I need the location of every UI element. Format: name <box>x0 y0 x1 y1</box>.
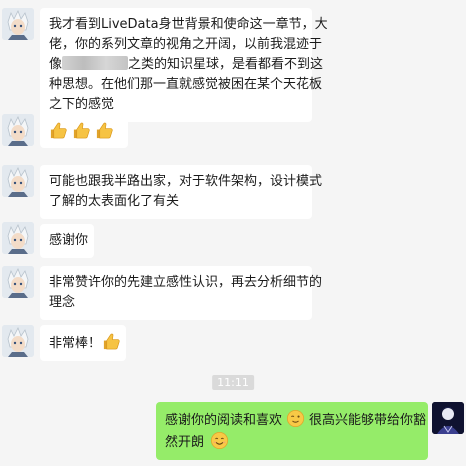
message-text: 非常赞许你的先建立感性认识，再去分析细节的 <box>49 275 323 290</box>
contact-avatar[interactable] <box>2 8 34 40</box>
message-bubble[interactable] <box>40 114 128 148</box>
message-text: 感谢你的阅读和喜欢 很高兴能够带给你豁 <box>165 409 426 431</box>
message-text: 佬，你的系列文章的视角之开阔，以前我混迹于 <box>49 37 323 52</box>
contact-avatar[interactable] <box>2 165 34 197</box>
message-text: 理念 <box>49 295 76 310</box>
contact-avatar[interactable] <box>2 266 34 298</box>
message-text: 像 之类的知识星球，是看都看不到这 <box>49 55 323 75</box>
my-message-bubble[interactable]: 感谢你的阅读和喜欢 很高兴能够带给你豁 然开朗 <box>156 402 428 460</box>
thumbs-up-icon <box>95 121 114 140</box>
message-text: 之类的知识星球，是看都看不到这 <box>128 57 324 72</box>
message-text: 很高兴能够带给你豁 <box>309 413 427 428</box>
thumbs-up-icon <box>49 121 68 140</box>
wink-emoji-icon <box>286 409 305 428</box>
message-text: 了解的太表面化了有关 <box>49 194 180 209</box>
blurred-redaction <box>62 56 129 70</box>
smile-emoji-icon <box>210 431 229 450</box>
thumbs-up-icon <box>72 121 91 140</box>
message-text: 可能也跟我半路出家，对于软件架构，设计模式 <box>49 174 323 189</box>
contact-avatar[interactable] <box>2 222 34 254</box>
message-text: 然开朗 <box>165 431 419 453</box>
thumbs-up-icon <box>102 332 121 351</box>
contact-avatar[interactable] <box>2 114 34 146</box>
message-bubble[interactable]: 可能也跟我半路出家，对于软件架构，设计模式 了解的太表面化了有关 <box>40 165 323 219</box>
message-text: 种思想。在他们那一直就感觉被困在某个天花板 <box>49 77 323 92</box>
message-text: 我才看到LiveData身世背景和使命这一章节，大 <box>49 17 328 32</box>
chat-window: 我才看到LiveData身世背景和使命这一章节，大 佬，你的系列文章的视角之开阔… <box>0 0 466 466</box>
message-bubble[interactable]: 我才看到LiveData身世背景和使命这一章节，大 佬，你的系列文章的视角之开阔… <box>40 8 328 122</box>
timestamp: 11:11 <box>212 375 254 390</box>
message-text: 之下的感觉 <box>49 97 115 112</box>
message-text: 然开朗 <box>165 435 205 450</box>
message-bubble[interactable]: 非常棒！ <box>40 325 126 361</box>
message-bubble[interactable]: 非常赞许你的先建立感性认识，再去分析细节的 理念 <box>40 266 323 320</box>
message-text: 感谢你的阅读和喜欢 <box>165 413 283 428</box>
message-text: 非常棒！ <box>49 332 120 354</box>
message-bubble[interactable]: 感谢你 <box>40 224 94 258</box>
message-text: 像 <box>49 57 63 72</box>
message-text: 感谢你 <box>49 233 89 248</box>
message-text: 非常棒！ <box>49 336 102 351</box>
my-avatar[interactable] <box>432 402 464 434</box>
contact-avatar[interactable] <box>2 325 34 357</box>
